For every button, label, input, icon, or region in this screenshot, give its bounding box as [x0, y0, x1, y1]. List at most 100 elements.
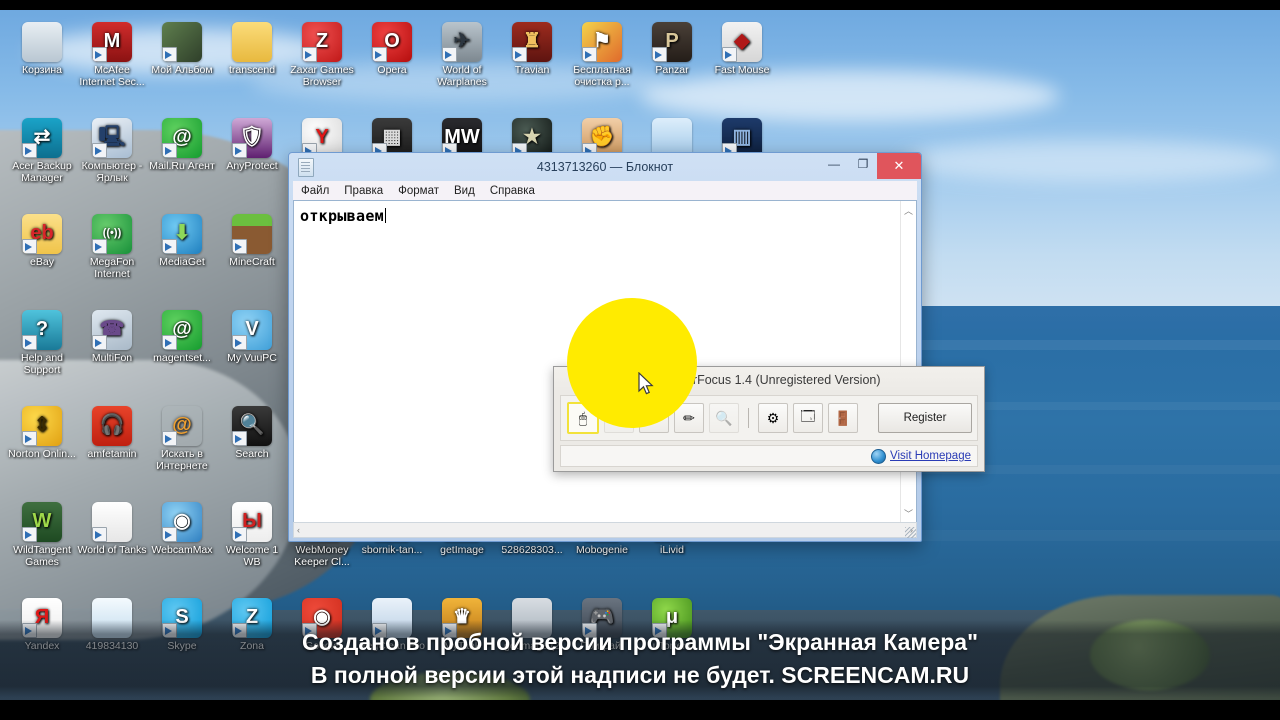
desktop-icon-label: Мой Альбом — [151, 64, 213, 76]
desktop-icon-label: Mail.Ru Агент — [149, 160, 215, 172]
horizontal-scrollbar[interactable]: ‹ › — [293, 522, 917, 538]
register-button[interactable]: Register — [878, 403, 972, 433]
desktop-icon[interactable]: O Opera — [356, 22, 428, 77]
desktop-icon[interactable]: ✈ World of Warplanes — [426, 22, 498, 88]
zaxar-icon: Z — [302, 22, 342, 62]
desktop-icon[interactable]: transcend — [216, 22, 288, 77]
resize-grip[interactable] — [905, 527, 916, 538]
close-button[interactable]: ✕ — [877, 153, 921, 179]
desktop-icon-label: WebcamMax — [151, 544, 213, 556]
shortcut-overlay-icon — [22, 431, 37, 446]
desktop-icon[interactable]: M McAfee Internet Sec... — [76, 22, 148, 88]
desktop-icon[interactable]: ◆ Fast Mouse — [706, 22, 778, 77]
search-web-icon: @ — [162, 406, 202, 446]
minimize-button[interactable]: — — [819, 153, 849, 175]
shortcut-overlay-icon — [232, 143, 247, 158]
magnifier-tool[interactable]: 🔍 — [709, 403, 739, 433]
menu-item-help[interactable]: Справка — [490, 185, 535, 197]
mediaget-icon: ⬇ — [162, 214, 202, 254]
menu-item-view[interactable]: Вид — [454, 185, 475, 197]
visit-homepage-link[interactable]: Visit Homepage — [890, 450, 971, 462]
desktop-icon[interactable]: @ Mail.Ru Агент — [146, 118, 218, 173]
globe-icon — [871, 448, 887, 464]
desktop-icon[interactable]: ♜ Travian — [496, 22, 568, 77]
desktop-icon[interactable]: @ magentset... — [146, 310, 218, 365]
scroll-up-arrow[interactable]: ︿ — [901, 203, 916, 218]
letterbox-top — [0, 0, 1280, 10]
screencam-watermark: Создано в пробной версии программы "Экра… — [0, 620, 1280, 698]
notepad-menu-bar[interactable]: Файл Правка Формат Вид Справка — [293, 181, 917, 201]
mailru-agent-icon: @ — [162, 118, 202, 158]
recycle-bin-icon — [22, 22, 62, 62]
desktop-icon[interactable]: W WildTangent Games — [6, 502, 78, 568]
desktop-icon[interactable]: ((•)) MegaFon Internet — [76, 214, 148, 280]
desktop-icon[interactable]: Z Zaxar Games Browser — [286, 22, 358, 88]
desktop-icon[interactable]: eb eBay — [6, 214, 78, 269]
maximize-button[interactable]: ❐ — [849, 153, 877, 175]
panzar-icon: P — [652, 22, 692, 62]
desktop-icon[interactable]: 🖳 Компьютер - Ярлык — [76, 118, 148, 184]
shortcut-overlay-icon — [652, 47, 667, 62]
desktop-icon[interactable]: 🎧 amfetamin — [76, 406, 148, 461]
desktop-icon[interactable]: MineCraft — [216, 214, 288, 269]
desktop-icon-label: WildTangent Games — [13, 544, 71, 568]
desktop-icon-label: World of Tanks — [77, 544, 147, 556]
scroll-down-arrow[interactable]: ﹀ — [901, 506, 916, 521]
desktop-icon-label: Fast Mouse — [714, 64, 770, 76]
desktop-icon[interactable]: ⚑ Бесплатная очистка р... — [566, 22, 638, 88]
desktop-icon[interactable]: @ Искать в Интернете — [146, 406, 218, 472]
desktop-icon-label: MegaFon Internet — [89, 256, 135, 280]
desktop-icon[interactable]: ◉ WebcamMax — [146, 502, 218, 557]
exit-button[interactable]: 🚪 — [828, 403, 858, 433]
shortcut-overlay-icon — [442, 47, 457, 62]
desktop-icon[interactable]: 🔍 Search — [216, 406, 288, 461]
window-controls[interactable]: — ❐ ✕ — [819, 153, 921, 181]
desktop-icon[interactable]: P Panzar — [636, 22, 708, 77]
anyprotect-icon: 🛡 — [232, 118, 272, 158]
shortcut-overlay-icon — [162, 239, 177, 254]
desktop-icon-label: amfetamin — [87, 448, 137, 460]
desktop-icon-label: Компьютер - Ярлык — [81, 160, 143, 184]
desktop-icon-label: Искать в Интернете — [156, 448, 208, 472]
desktop-icon[interactable]: ⬇ MediaGet — [146, 214, 218, 269]
desktop-icon-label: Search — [235, 448, 269, 460]
shortcut-overlay-icon — [92, 335, 107, 350]
menu-item-file[interactable]: Файл — [301, 185, 329, 197]
menu-item-format[interactable]: Формат — [398, 185, 439, 197]
desktop-icon[interactable]: ☎ MultiFon — [76, 310, 148, 365]
desktop-icon-label: Opera — [377, 64, 407, 76]
desktop-icon-label: WebMoney Keeper Cl... — [294, 544, 350, 568]
search-icon: 🔍 — [232, 406, 272, 446]
wowp-icon: ✈ — [442, 22, 482, 62]
minecraft-icon — [232, 214, 272, 254]
vertical-scrollbar[interactable]: ︿ ﹀ — [900, 201, 916, 523]
desktop-icon[interactable]: Мой Альбом — [146, 22, 218, 77]
desktop-icon-label: MultiFon — [91, 352, 133, 364]
desktop-icon[interactable]: ⇄ Acer Backup Manager — [6, 118, 78, 184]
desktop-icon-label: Mobogenie — [576, 544, 628, 556]
desktop-icon-label: Бесплатная очистка р... — [573, 64, 631, 88]
desktop-icon[interactable]: ? Help and Support — [6, 310, 78, 376]
desktop-icon[interactable]: World of Tanks — [76, 502, 148, 557]
desktop-icon[interactable]: V My VuuPC — [216, 310, 288, 365]
screen-capture-button[interactable]: 🗔 — [793, 403, 823, 433]
desktop-icon[interactable]: Ы Welcome 1 WB — [216, 502, 288, 568]
scroll-left-arrow[interactable]: ‹ — [294, 525, 303, 535]
desktop-icon-label: Zaxar Games Browser — [290, 64, 354, 88]
notepad-title-bar[interactable]: 4313713260 — Блокнот — ❐ ✕ — [289, 153, 921, 181]
desktop-icon[interactable]: ⇕ Norton Onlin... — [6, 406, 78, 461]
shortcut-overlay-icon — [512, 47, 527, 62]
watermark-line-1: Создано в пробной версии программы "Экра… — [302, 629, 978, 655]
amfetamin-icon: 🎧 — [92, 406, 132, 446]
shortcut-overlay-icon — [582, 47, 597, 62]
settings-button[interactable]: ⚙ — [758, 403, 788, 433]
desktop-icon[interactable]: 🛡 AnyProtect — [216, 118, 288, 173]
desktop-icon-label: My VuuPC — [227, 352, 277, 364]
welcome-doc-icon: Ы — [232, 502, 272, 542]
shortcut-overlay-icon — [232, 431, 247, 446]
text-caret — [384, 208, 386, 223]
toolbar-separator — [748, 408, 749, 428]
desktop-icon[interactable]: Корзина — [6, 22, 78, 77]
menu-item-edit[interactable]: Правка — [344, 185, 383, 197]
arrow-cursor — [638, 372, 654, 395]
